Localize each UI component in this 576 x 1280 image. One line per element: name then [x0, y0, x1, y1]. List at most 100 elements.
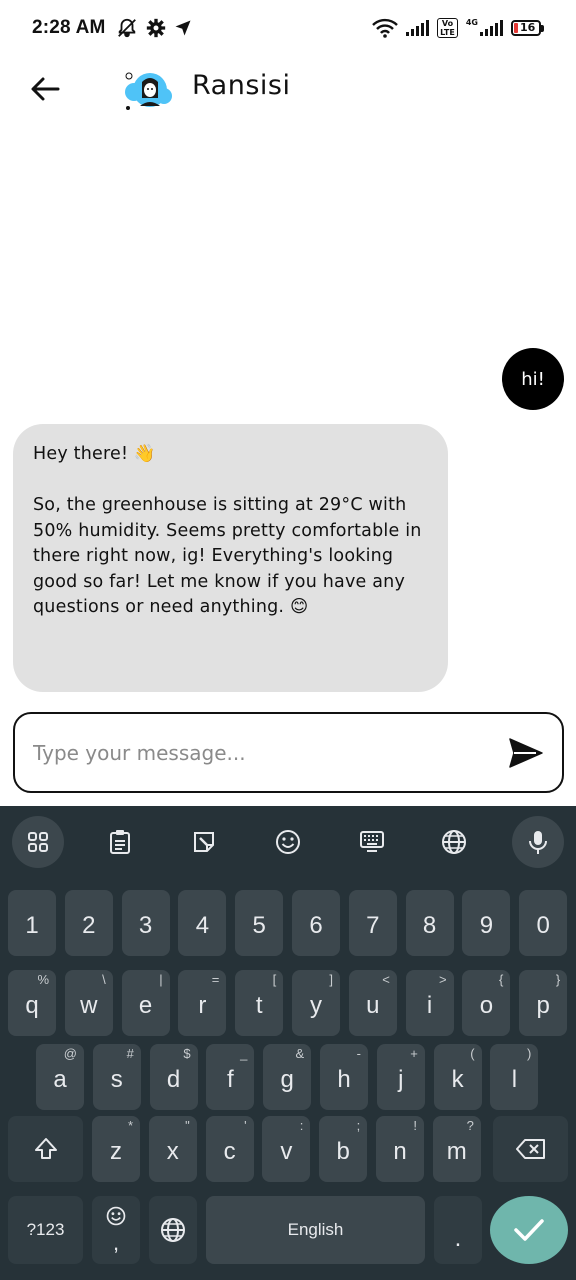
key-i[interactable]: > i: [405, 970, 454, 1036]
bot-message-bubble: Hey there! 👋 So, the greenhouse is sitti…: [13, 424, 448, 692]
key-0-label: 0: [536, 912, 550, 939]
key-b[interactable]: ; b: [319, 1116, 368, 1182]
key-d[interactable]: $ d: [149, 1044, 198, 1110]
key-j[interactable]: + j: [376, 1044, 425, 1110]
user-message-text: hi!: [521, 368, 545, 390]
key-p[interactable]: } p: [519, 970, 568, 1036]
soft-keyboard: 1 2 3 4 5 6 7 8 9 0% q \ w | e = r[t] y < u > i{o} p @ a # s $ d _ f & g…: [0, 806, 576, 1280]
key-k[interactable]: (k: [433, 1044, 482, 1110]
key-1[interactable]: 1: [8, 890, 56, 956]
key-d-alt-label: $: [183, 1046, 191, 1061]
key-t[interactable]: [t: [235, 970, 284, 1036]
key-s[interactable]: # s: [92, 1044, 141, 1110]
space-bar[interactable]: English: [206, 1196, 425, 1264]
key-8[interactable]: 8: [405, 890, 454, 956]
key-a[interactable]: @ a: [36, 1044, 84, 1110]
key-e-label: e: [138, 992, 153, 1019]
key-g[interactable]: & g: [263, 1044, 312, 1110]
key-x-alt-label: ": [185, 1118, 190, 1133]
location-arrow-icon: [175, 20, 191, 36]
key-y-alt-label: ]: [329, 972, 333, 987]
emoji-icon[interactable]: [264, 818, 312, 866]
key-q[interactable]: % q: [8, 970, 56, 1036]
key-r-label: r: [198, 992, 207, 1019]
key-a-alt-label: @: [63, 1046, 77, 1061]
key-3[interactable]: 3: [121, 890, 170, 956]
key-c[interactable]: ' c: [205, 1116, 254, 1182]
shift-key[interactable]: [8, 1116, 83, 1182]
key-w-label: w: [80, 992, 98, 1019]
apps-grid-icon[interactable]: [12, 816, 64, 868]
period-key[interactable]: .: [434, 1196, 482, 1264]
key-6[interactable]: 6: [292, 890, 340, 956]
sticker-icon[interactable]: [180, 818, 228, 866]
key-k-label: k: [451, 1066, 464, 1093]
key-y[interactable]: ] y: [292, 970, 340, 1036]
globe-translate-icon[interactable]: [430, 818, 478, 866]
key-4-label: 4: [195, 912, 210, 939]
key-w[interactable]: \ w: [64, 970, 113, 1036]
key-e[interactable]: | e: [121, 970, 170, 1036]
symbols-key[interactable]: ?123: [8, 1196, 83, 1264]
emoji-comma-key[interactable]: ,: [92, 1196, 140, 1264]
key-d-label: d: [166, 1066, 181, 1093]
key-8-label: 8: [422, 912, 437, 939]
key-s-alt-label: #: [126, 1046, 134, 1061]
back-arrow-icon[interactable]: [28, 72, 62, 106]
wifi-icon: [372, 18, 399, 38]
key-m[interactable]: ? m: [432, 1116, 481, 1182]
key-f[interactable]: _ f: [206, 1044, 255, 1110]
key-u[interactable]: < u: [348, 970, 397, 1036]
clipboard-icon[interactable]: [96, 818, 144, 866]
language-switch-key[interactable]: [149, 1196, 197, 1264]
key-j-label: j: [398, 1066, 404, 1093]
battery-icon: 16: [511, 20, 544, 36]
keyboard-icon[interactable]: [348, 818, 396, 866]
key-7[interactable]: 7: [348, 890, 397, 956]
key-n[interactable]: ! n: [376, 1116, 424, 1182]
key-s-label: s: [110, 1066, 123, 1093]
key-f-label: f: [227, 1066, 234, 1093]
key-t-label: t: [255, 992, 263, 1019]
send-icon[interactable]: [508, 737, 544, 769]
key-5-label: 5: [252, 912, 266, 939]
key-o-label: o: [479, 992, 494, 1019]
key-5[interactable]: 5: [235, 890, 284, 956]
key-4[interactable]: 4: [178, 890, 227, 956]
bot-message-text: Hey there! 👋 So, the greenhouse is sitti…: [33, 444, 422, 617]
emoji-small-icon: [106, 1206, 126, 1226]
key-2[interactable]: 2: [64, 890, 113, 956]
key-0[interactable]: 0: [519, 890, 568, 956]
key-q-label: q: [25, 992, 39, 1019]
key-v[interactable]: :v: [262, 1116, 311, 1182]
key-z[interactable]: * z: [92, 1116, 140, 1182]
key-u-label: u: [366, 992, 380, 1019]
key-b-label: b: [336, 1138, 350, 1165]
key-o[interactable]: {o: [462, 970, 511, 1036]
enter-key[interactable]: [490, 1196, 568, 1264]
status-bar: 2:28 AM Vo LTE 4G 16: [0, 0, 576, 56]
backspace-icon: [515, 1139, 545, 1159]
key-1-label: 1: [25, 912, 39, 939]
key-r[interactable]: = r: [178, 970, 227, 1036]
signal-strength-icon: [406, 20, 430, 36]
notifications-off-icon: [117, 18, 136, 38]
key-j-alt-label: +: [410, 1046, 418, 1061]
message-input[interactable]: [33, 740, 508, 765]
avatar[interactable]: [120, 66, 172, 112]
key-p-alt-label: }: [555, 972, 561, 987]
key-x[interactable]: " x: [148, 1116, 197, 1182]
microphone-icon[interactable]: [512, 816, 564, 868]
key-h[interactable]: -h: [320, 1044, 368, 1110]
shift-arrow-icon: [34, 1138, 57, 1159]
key-g-label: g: [280, 1066, 294, 1093]
key-l[interactable]: ) l: [490, 1044, 539, 1110]
key-i-alt-label: >: [439, 972, 447, 987]
backspace-key[interactable]: [493, 1116, 568, 1182]
volte-badge: Vo LTE: [437, 18, 458, 38]
key-9[interactable]: 9: [462, 890, 511, 956]
screen: 2:28 AM Vo LTE 4G 16 Ransisi hi! Hey the…: [0, 0, 576, 1280]
network-type-label: 4G: [465, 17, 478, 27]
key-m-label: m: [446, 1138, 467, 1165]
key-v-label: v: [280, 1138, 293, 1165]
